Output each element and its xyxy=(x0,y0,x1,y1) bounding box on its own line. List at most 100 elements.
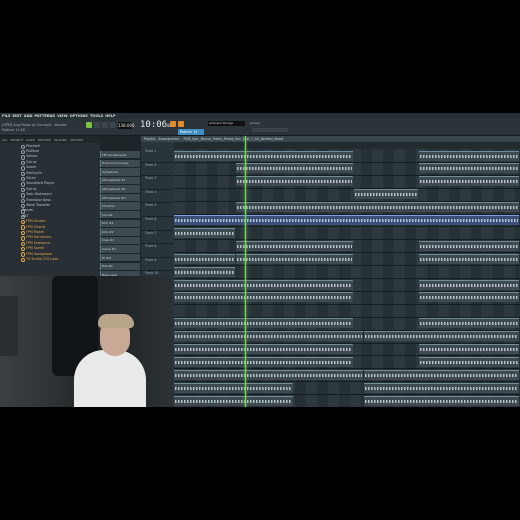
lane-divider xyxy=(174,368,520,370)
channel-button[interactable]: Snare #1 xyxy=(100,245,140,253)
play-button[interactable] xyxy=(94,122,100,128)
pattern-clip[interactable] xyxy=(174,331,363,342)
record-button[interactable] xyxy=(110,122,116,128)
menu-view[interactable]: VIEW xyxy=(57,114,68,118)
pattern-clip[interactable] xyxy=(174,382,293,393)
track-header[interactable]: Track 3 xyxy=(141,176,173,190)
playhead[interactable] xyxy=(245,136,246,407)
tempo-display[interactable]: 138.000 xyxy=(118,122,135,129)
pattern-clip[interactable] xyxy=(174,266,235,277)
pattern-clip[interactable] xyxy=(354,189,418,200)
channel-button[interactable]: Atmosphere #1 xyxy=(100,176,140,185)
pattern-clip[interactable] xyxy=(236,202,519,213)
pattern-clip[interactable] xyxy=(174,279,353,290)
pattern-clip[interactable] xyxy=(236,240,353,251)
track-header[interactable]: Track 1 xyxy=(141,149,173,163)
clip-notes xyxy=(175,335,362,339)
pattern-clip[interactable] xyxy=(419,176,519,187)
pattern-clip[interactable] xyxy=(174,150,353,161)
menu-patterns[interactable]: PATTERNS xyxy=(35,114,56,118)
menu-file[interactable]: FILE xyxy=(2,114,11,118)
browser-tab-sounds[interactable]: SOUNDS xyxy=(70,138,83,142)
channel-button[interactable]: Clap #1 xyxy=(100,236,140,245)
pattern-clip[interactable] xyxy=(174,253,235,264)
menu-edit[interactable]: EDIT xyxy=(13,114,22,118)
browser-tab-patches[interactable]: PATCHES xyxy=(38,138,51,142)
channel-button[interactable]: Atmosphere #2 xyxy=(100,185,140,193)
pattern-clip[interactable] xyxy=(419,253,519,264)
browser-tab-plugins[interactable]: PLUGINS xyxy=(54,138,67,142)
channel-button[interactable]: Kick #2 xyxy=(100,228,140,236)
pattern-clip[interactable] xyxy=(174,215,519,225)
menu-tools[interactable]: TOOLS xyxy=(90,114,103,118)
clip-notes xyxy=(420,296,518,300)
pattern-clip[interactable] xyxy=(174,369,363,380)
channel-button[interactable]: Xylophone xyxy=(100,168,140,176)
track-header[interactable]: Track 4 xyxy=(141,190,173,204)
paint-icon[interactable] xyxy=(178,121,184,127)
track-header[interactable]: Track 5 xyxy=(141,203,173,217)
track-header[interactable]: Track 9 xyxy=(141,258,173,272)
playlist-window: Playlist - Arrangement FINE_Epic_Mouse_T… xyxy=(141,136,520,407)
browser-item[interactable]: TX Studio TCX Lead xyxy=(0,256,100,263)
pattern-clip[interactable] xyxy=(236,163,353,174)
menu-add[interactable]: ADD xyxy=(24,114,33,118)
snap-icon[interactable] xyxy=(170,121,176,127)
pattern-clip[interactable] xyxy=(419,292,519,303)
menu-options[interactable]: OPTIONS xyxy=(70,114,88,118)
pattern-clip[interactable] xyxy=(236,253,353,264)
stop-button[interactable] xyxy=(102,122,108,128)
menu-help[interactable]: HELP xyxy=(105,114,115,118)
clip-notes xyxy=(420,283,518,287)
timeline-ruler[interactable] xyxy=(174,142,520,149)
channel-button[interactable]: Harmonica Jungle xyxy=(100,159,140,167)
pattern-clip[interactable] xyxy=(364,382,519,393)
lane-divider xyxy=(174,316,520,318)
pattern-clip[interactable] xyxy=(174,344,353,354)
pattern-song-toggle[interactable] xyxy=(86,122,92,128)
track-header[interactable]: Track 6 xyxy=(141,217,173,231)
clip-notes xyxy=(355,193,417,197)
preset-selector[interactable]: Ambient Strings xyxy=(208,121,245,126)
track-header[interactable]: Track 2 xyxy=(141,163,173,177)
track-header[interactable]: Track 7 xyxy=(141,231,173,245)
pattern-clip[interactable] xyxy=(419,240,519,251)
lane-divider xyxy=(174,161,520,163)
browser-item-label: Slicex xyxy=(26,176,36,181)
browser-list: Plucked! PoiZone Sakura Sytrus Sawer SimSynth… xyxy=(0,143,100,263)
pattern-clip[interactable] xyxy=(419,344,519,354)
pattern-clip[interactable] xyxy=(419,318,519,329)
pattern-clip[interactable] xyxy=(364,395,519,406)
pattern-clip[interactable] xyxy=(419,163,519,174)
track-header[interactable]: Track 8 xyxy=(141,244,173,258)
arrangement-grid[interactable] xyxy=(174,149,520,407)
pattern-clip[interactable] xyxy=(174,356,353,367)
pattern-clip[interactable] xyxy=(364,369,519,380)
lane-divider xyxy=(174,342,520,344)
browser-tab-clips[interactable]: CLIPS xyxy=(26,138,34,142)
channel-button[interactable]: Kick #1 xyxy=(100,219,140,228)
channel-button[interactable]: Atmosphere #3 xyxy=(100,193,140,202)
clip-notes xyxy=(175,231,234,235)
pattern-clip[interactable] xyxy=(174,292,353,303)
channel-button[interactable]: Chords xyxy=(100,211,140,219)
pattern-clip[interactable] xyxy=(419,279,519,290)
lane-divider xyxy=(174,226,520,228)
channel-button[interactable]: Charmer xyxy=(100,202,140,210)
browser-tab-all[interactable]: ALL xyxy=(2,138,7,142)
pattern-clip[interactable] xyxy=(236,176,353,187)
pattern-selector[interactable]: Pattern 14 xyxy=(178,129,204,135)
clip-notes xyxy=(420,322,518,326)
channel-button[interactable]: FM Glockenspiel xyxy=(100,151,140,159)
pattern-clip[interactable] xyxy=(174,318,353,329)
clip-notes xyxy=(237,167,352,171)
channel-button[interactable]: Hat #4 xyxy=(100,262,140,270)
pattern-clip[interactable] xyxy=(419,150,519,161)
pattern-clip[interactable] xyxy=(364,331,519,342)
song-title: [OPM] Ang Pasko ay Sumapit - Iiocobe xyxy=(2,123,67,127)
channel-button[interactable]: Hi Hat xyxy=(100,253,140,262)
pattern-clip[interactable] xyxy=(174,227,235,238)
pattern-clip[interactable] xyxy=(174,395,293,406)
pattern-clip[interactable] xyxy=(419,356,519,367)
browser-tab-project[interactable]: PROJECT xyxy=(10,138,23,142)
